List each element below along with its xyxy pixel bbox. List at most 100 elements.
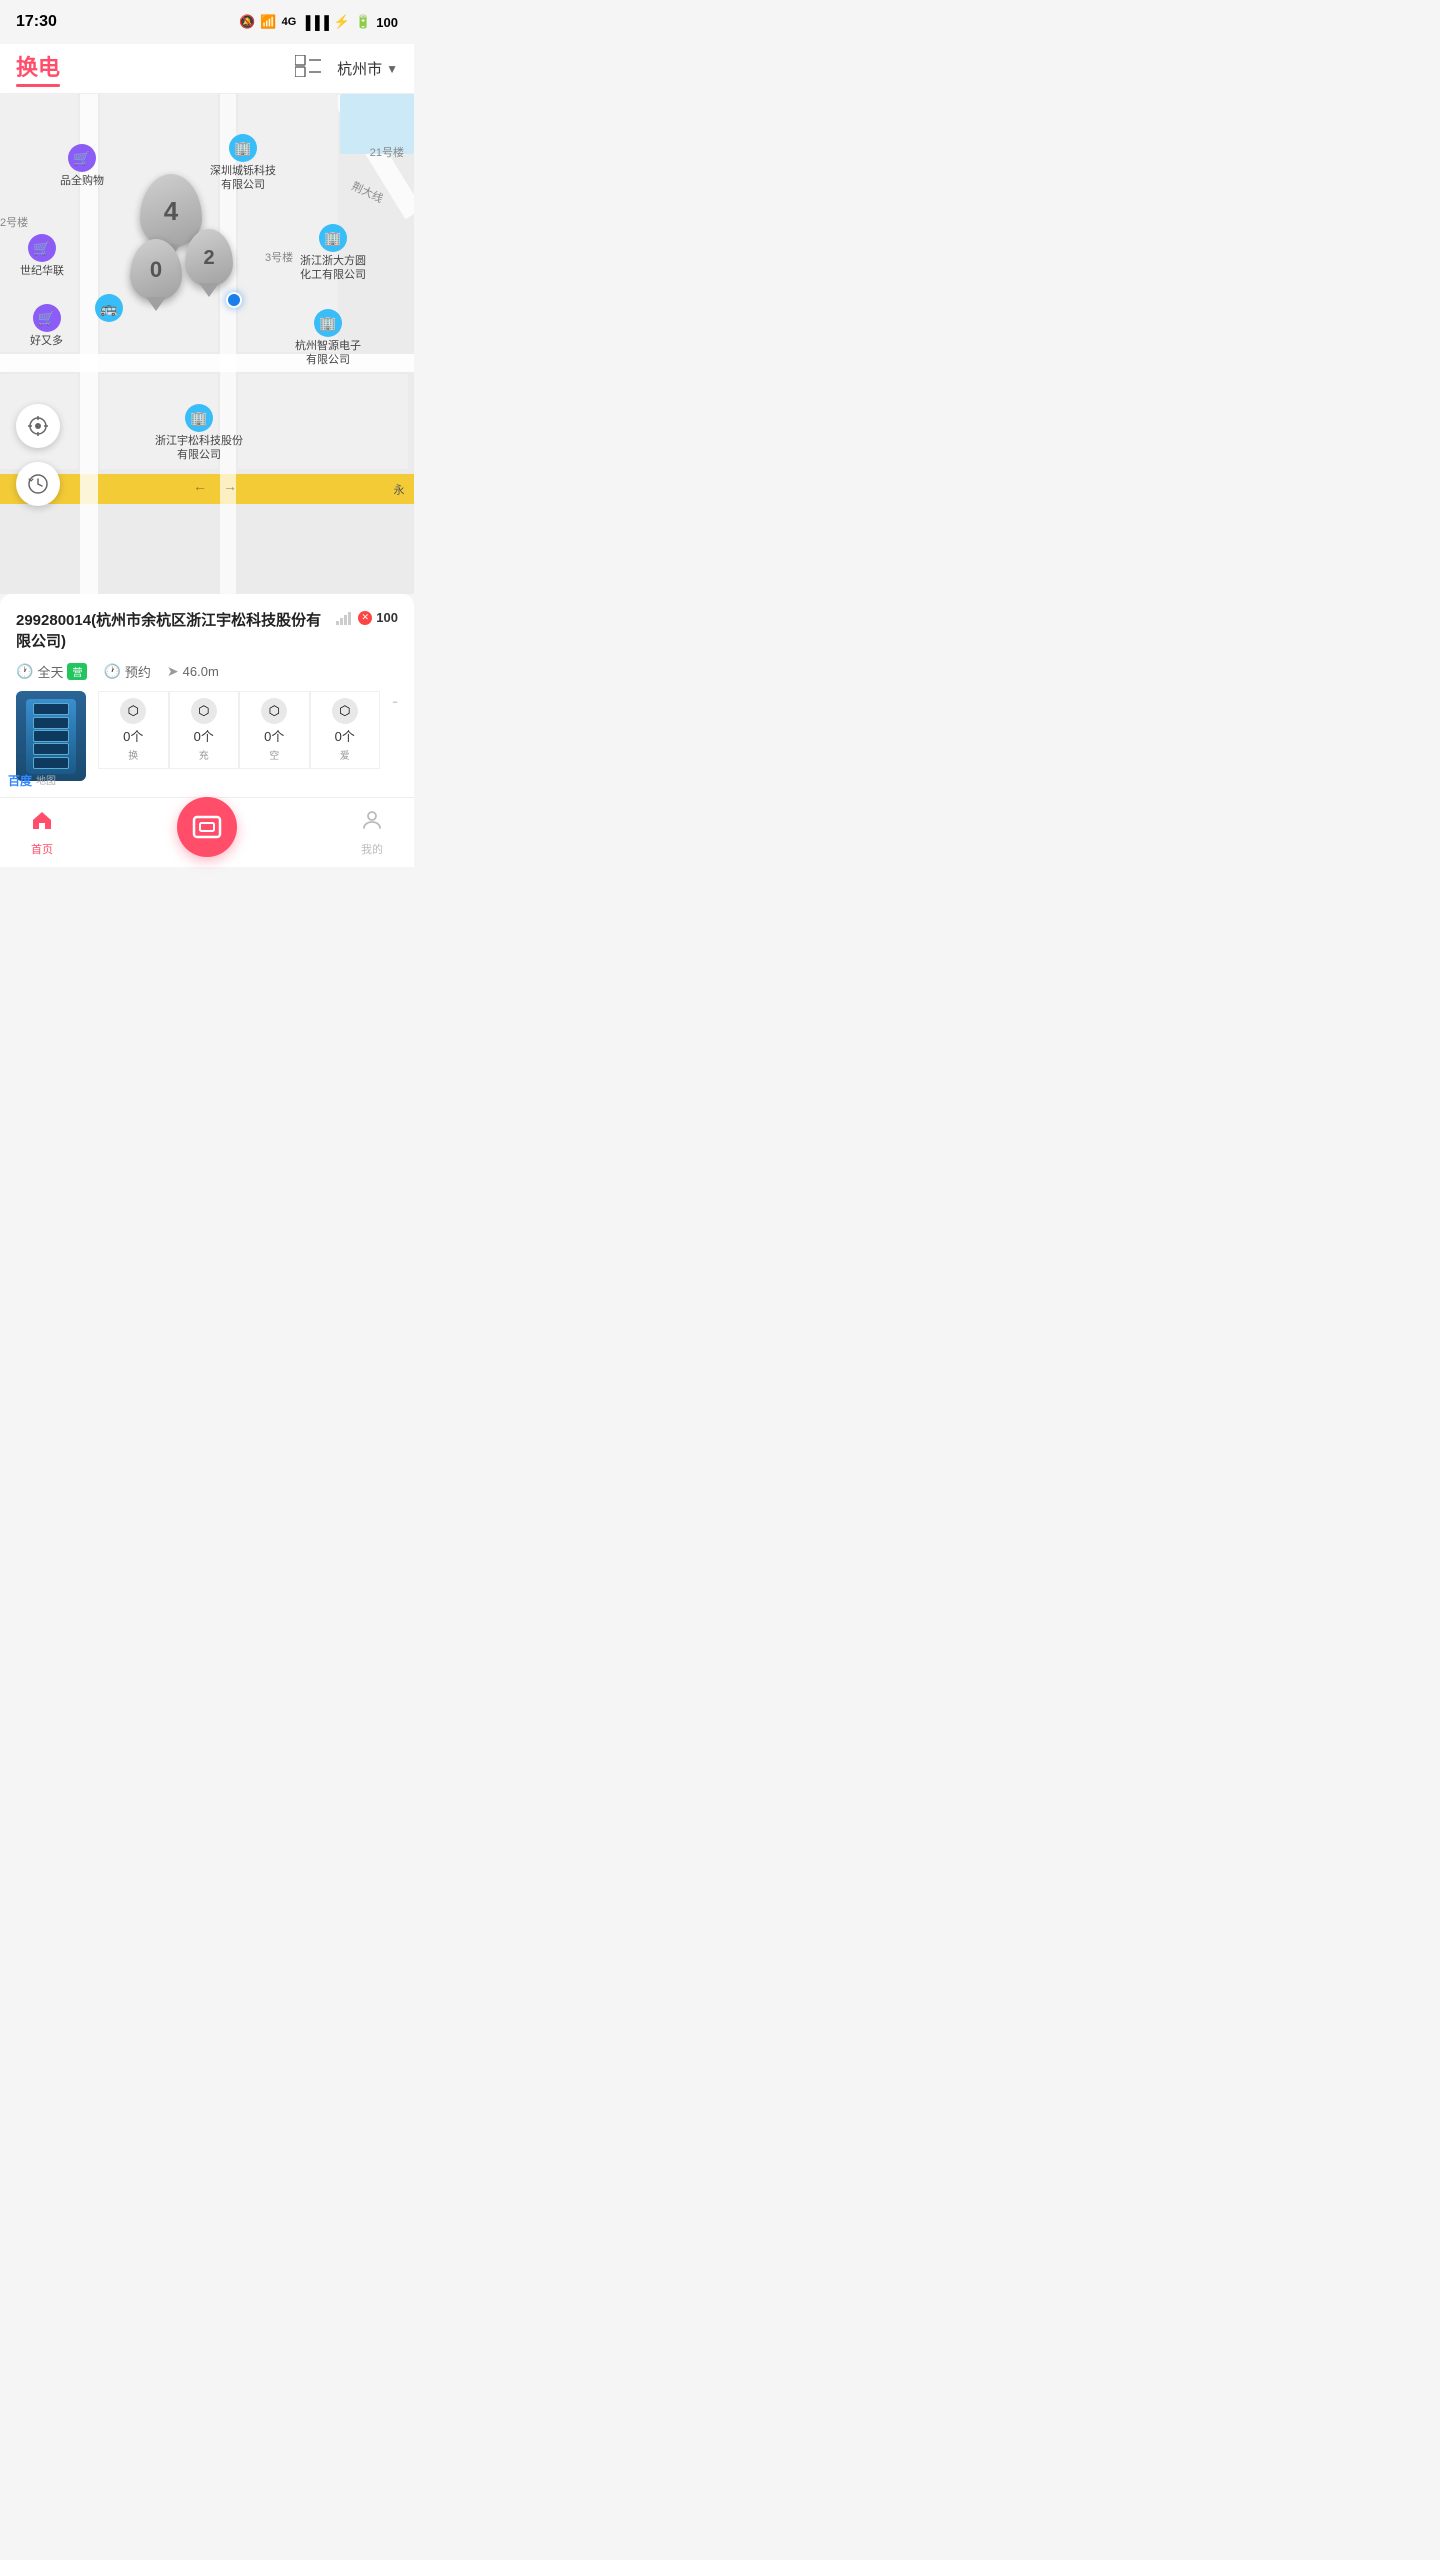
battery-label-3: 爱 <box>340 747 350 762</box>
poi-yusong-co[interactable]: 🏢 浙江宇松科技股份有限公司 <box>155 404 243 463</box>
baidu-text: 地图 <box>36 772 56 789</box>
poi-icon-pinquan: 🛒 <box>68 144 96 172</box>
profile-icon <box>360 808 384 838</box>
open-badge: 营 <box>67 663 87 680</box>
chevron-down-icon: ▼ <box>386 62 398 76</box>
city-name: 杭州市 <box>337 58 382 79</box>
city-selector[interactable]: 杭州市 ▼ <box>337 58 398 79</box>
poi-label-hzzh: 杭州智源电子有限公司 <box>295 339 361 368</box>
location-control[interactable] <box>16 404 60 448</box>
map-area[interactable]: ← → 21号楼 2号楼 3号楼 荆大线 永 🛒 品全购物 🛒 世纪华联 🛒 好… <box>0 94 414 594</box>
signal-error-icon: ✕ <box>358 611 372 625</box>
poi-bus-stop[interactable]: 🚌 <box>95 294 123 322</box>
battery-count-0: 0个 <box>123 726 143 745</box>
signal-bars-icon: ▐▐▐ <box>301 15 329 30</box>
poi-icon-zjzd: 🏢 <box>319 224 347 252</box>
signal-area: ✕ 100 <box>336 610 398 625</box>
nav-my[interactable]: 我的 <box>360 808 384 857</box>
poi-label-zjzd: 浙江浙大方圆化工有限公司 <box>300 254 366 283</box>
battery-level: 100 <box>376 15 398 30</box>
bottom-nav: 首页 我的 <box>0 797 414 867</box>
building-3-label: 3号楼 <box>265 249 293 265</box>
battery-item-0: ⬡ 0个 换 <box>98 691 169 769</box>
battery-count-3: 0个 <box>335 726 355 745</box>
header-title-wrap: 换电 <box>16 50 60 87</box>
cluster-count-0: 0 <box>130 239 182 301</box>
hours-label: 全天 <box>37 662 63 681</box>
hours-info: 🕐 全天 营 <box>16 662 87 681</box>
status-bar: 17:30 🔕 📶 4G ▐▐▐ ⚡ 🔋 100 <box>0 0 414 44</box>
poi-label-szc: 深圳城铄科技有限公司 <box>210 164 276 193</box>
home-icon <box>30 808 54 838</box>
nav-home-label: 首页 <box>31 841 53 857</box>
clock2-icon: 🕐 <box>103 663 120 680</box>
battery-item-3: ⬡ 0个 爱 <box>310 691 381 769</box>
building-2-label: 2号楼 <box>0 214 28 230</box>
battery-count-2: 0个 <box>264 726 284 745</box>
battery-icon-ai: ⬡ <box>332 698 358 724</box>
wifi-icon: 📶 <box>260 14 276 30</box>
cluster-count-2: 2 <box>185 229 233 287</box>
battery-grid: ⬡ 0个 换 ⬡ 0个 充 ⬡ 0个 空 ⬡ 0个 爱 <box>98 691 380 769</box>
nav-center-button[interactable] <box>177 797 237 857</box>
poi-icon-szc: 🏢 <box>229 134 257 162</box>
panel-title-area: 299280014(杭州市余杭区浙江宇松科技股份有限公司) ✕ 100 <box>16 610 398 662</box>
battery-label-1: 充 <box>199 747 209 762</box>
status-time: 17:30 <box>16 13 57 31</box>
poi-label-zjys: 浙江宇松科技股份有限公司 <box>155 434 243 463</box>
panel-dash: - <box>392 691 398 720</box>
poi-pinquan[interactable]: 🛒 品全购物 <box>60 144 104 188</box>
cluster-pin-2[interactable]: 2 <box>185 229 233 287</box>
poi-shenzhen-co[interactable]: 🏢 深圳城铄科技有限公司 <box>210 134 276 193</box>
poi-hangzhou-co[interactable]: 🏢 杭州智源电子有限公司 <box>295 309 361 368</box>
baidu-watermark: 百度 地图 <box>8 772 56 789</box>
battery-label-2: 空 <box>269 747 279 762</box>
building-21-label: 21号楼 <box>370 144 404 160</box>
nav-home[interactable]: 首页 <box>30 808 54 857</box>
panel-info-row: 🕐 全天 营 🕐 预约 ➤ 46.0m <box>16 662 398 681</box>
distance-label: 46.0m <box>183 664 219 679</box>
poi-shijihualian[interactable]: 🛒 世纪华联 <box>20 234 64 278</box>
battery-icon-empty: ⬡ <box>261 698 287 724</box>
battery-icon-swap: ⬡ <box>120 698 146 724</box>
poi-icon-sjhl: 🛒 <box>28 234 56 262</box>
svg-text:→: → <box>223 478 237 494</box>
header-title: 换电 <box>16 50 60 82</box>
signal-count: 100 <box>376 610 398 625</box>
poi-icon-zjys: 🏢 <box>185 404 213 432</box>
distance-info: ➤ 46.0m <box>167 663 219 680</box>
signal-4g-icon: 4G <box>282 16 297 28</box>
poi-label-hyd: 好又多 <box>30 334 63 348</box>
panel-body: ⬡ 0个 换 ⬡ 0个 充 ⬡ 0个 空 ⬡ 0个 爱 - <box>16 691 398 781</box>
battery-icon-charge: ⬡ <box>191 698 217 724</box>
poi-icon-hyd: 🛒 <box>33 304 61 332</box>
road-side-label: 永 <box>390 484 406 495</box>
reservation-label: 预约 <box>125 662 151 681</box>
grid-list-icon[interactable] <box>295 55 321 83</box>
panel-station-id: 299280014(杭州市余杭区浙江宇松科技股份有限公司) <box>16 610 328 652</box>
poi-haoyouduo[interactable]: 🛒 好又多 <box>30 304 63 348</box>
cluster-pin-0[interactable]: 0 <box>130 239 182 301</box>
header: 换电 杭州市 ▼ <box>0 44 414 94</box>
nav-my-label: 我的 <box>361 841 383 857</box>
battery-item-2: ⬡ 0个 空 <box>239 691 310 769</box>
poi-zhejiang-co[interactable]: 🏢 浙江浙大方圆化工有限公司 <box>300 224 366 283</box>
poi-label-sjhl: 世纪华联 <box>20 264 64 278</box>
battery-icon: 🔋 <box>355 14 371 30</box>
charging-icon: ⚡ <box>334 14 350 30</box>
svg-text:←: ← <box>193 478 207 494</box>
history-control[interactable] <box>16 462 60 506</box>
status-icons: 🔕 📶 4G ▐▐▐ ⚡ 🔋 100 <box>239 14 398 30</box>
poi-label-pinquan: 品全购物 <box>60 174 104 188</box>
header-title-underline <box>16 84 60 87</box>
baidu-logo: 百度 <box>8 772 32 789</box>
poi-icon-hzzh: 🏢 <box>314 309 342 337</box>
battery-label-0: 换 <box>128 747 138 762</box>
navigation-icon: ➤ <box>167 663 179 680</box>
battery-item-1: ⬡ 0个 充 <box>169 691 240 769</box>
bottom-panel: 299280014(杭州市余杭区浙江宇松科技股份有限公司) ✕ 100 🕐 全天… <box>0 594 414 797</box>
mute-icon: 🔕 <box>239 14 255 30</box>
station-image <box>16 691 86 781</box>
battery-count-1: 0个 <box>194 726 214 745</box>
clock-icon: 🕐 <box>16 663 33 680</box>
